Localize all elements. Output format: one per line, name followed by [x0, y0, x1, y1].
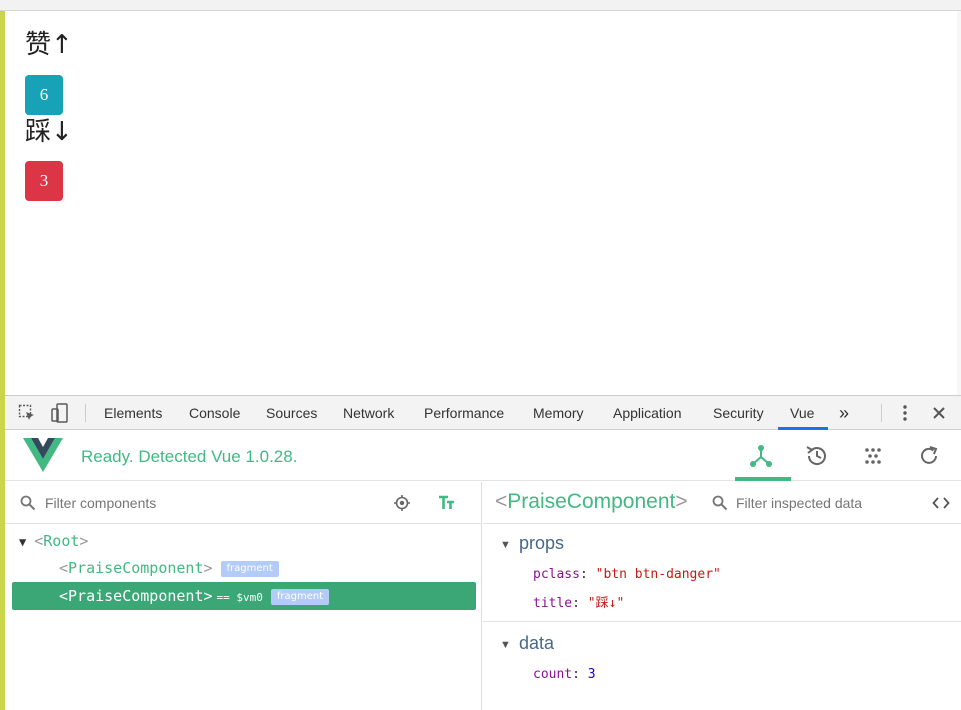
history-icon[interactable] — [804, 443, 830, 469]
filter-inspected-input[interactable] — [736, 495, 916, 511]
toolbar-divider — [881, 404, 882, 422]
page-content: 赞↑ 6 踩↓ 3 — [5, 11, 957, 395]
target-icon[interactable] — [393, 494, 411, 512]
vue-logo — [23, 438, 63, 472]
active-tab-indicator — [778, 427, 828, 430]
praise-down-button[interactable]: 3 — [25, 161, 63, 201]
praise-down-title: 踩↓ — [25, 117, 73, 147]
toolbar-divider — [85, 404, 86, 422]
devtools-toolbar: Elements Console Sources Network Perform… — [5, 396, 961, 430]
close-icon[interactable] — [929, 403, 949, 423]
filter-components-input[interactable] — [45, 495, 365, 511]
vuex-icon[interactable] — [860, 443, 886, 469]
component-tree-pane: ▼<Root> <PraiseComponent>fragment <Prais… — [5, 482, 482, 710]
device-toolbar-icon[interactable] — [50, 403, 70, 423]
tab-elements[interactable]: Elements — [104, 396, 162, 430]
tab-sources[interactable]: Sources — [266, 396, 317, 430]
search-icon — [712, 495, 728, 511]
inspect-element-icon[interactable] — [17, 403, 37, 423]
collapse-arrow-icon[interactable]: ▼ — [500, 639, 511, 651]
inspector-pane: <PraiseComponent> ▼ props pclass: "btn b… — [483, 482, 961, 710]
expand-arrow-icon[interactable]: ▼ — [19, 535, 26, 549]
filter-components-row — [5, 482, 482, 524]
active-view-indicator — [735, 477, 791, 481]
inspector-header-row: <PraiseComponent> — [483, 482, 961, 524]
collapse-arrow-icon[interactable]: ▼ — [500, 539, 511, 551]
tab-memory[interactable]: Memory — [533, 396, 584, 430]
vm-reference: == $vm0 — [216, 591, 263, 604]
tab-application[interactable]: Application — [613, 396, 682, 430]
code-icon[interactable] — [932, 495, 950, 511]
devtools-panel: Elements Console Sources Network Perform… — [5, 395, 961, 710]
kebab-menu-icon[interactable] — [895, 403, 915, 423]
tab-network[interactable]: Network — [343, 396, 394, 430]
fragment-badge: fragment — [220, 561, 279, 577]
praise-up-button[interactable]: 6 — [25, 75, 63, 115]
prop-row: pclass: "btn btn-danger" — [533, 567, 721, 582]
tab-security[interactable]: Security — [713, 396, 764, 430]
search-icon — [20, 495, 36, 511]
tab-performance[interactable]: Performance — [424, 396, 504, 430]
text-format-icon[interactable] — [438, 494, 456, 512]
inspected-component-title: <PraiseComponent> — [495, 490, 688, 513]
refresh-icon[interactable] — [916, 443, 942, 469]
tree-item-praise-component-selected[interactable]: <PraiseComponent> == $vm0 fragment — [12, 582, 476, 610]
vue-status-text: Ready. Detected Vue 1.0.28. — [81, 447, 298, 466]
praise-up-title: 赞↑ — [25, 30, 73, 60]
props-section-title[interactable]: props — [519, 533, 564, 554]
component-tree-icon[interactable] — [748, 443, 774, 469]
data-row: count: 3 — [533, 667, 596, 682]
tab-vue[interactable]: Vue — [790, 396, 814, 430]
page-scrollbar[interactable] — [957, 11, 961, 395]
tab-console[interactable]: Console — [189, 396, 240, 430]
more-tabs-button[interactable]: » — [839, 396, 849, 430]
browser-bookmarks-strip — [0, 0, 961, 11]
vue-devtools-header: Ready. Detected Vue 1.0.28. — [5, 431, 961, 481]
tree-item-praise-component[interactable]: <PraiseComponent> fragment — [59, 555, 279, 581]
section-divider — [483, 621, 961, 622]
prop-row: title: "踩↓" — [533, 596, 625, 611]
fragment-badge: fragment — [270, 589, 330, 605]
tree-root[interactable]: ▼ <Root> — [19, 528, 88, 554]
data-section-title[interactable]: data — [519, 633, 554, 654]
